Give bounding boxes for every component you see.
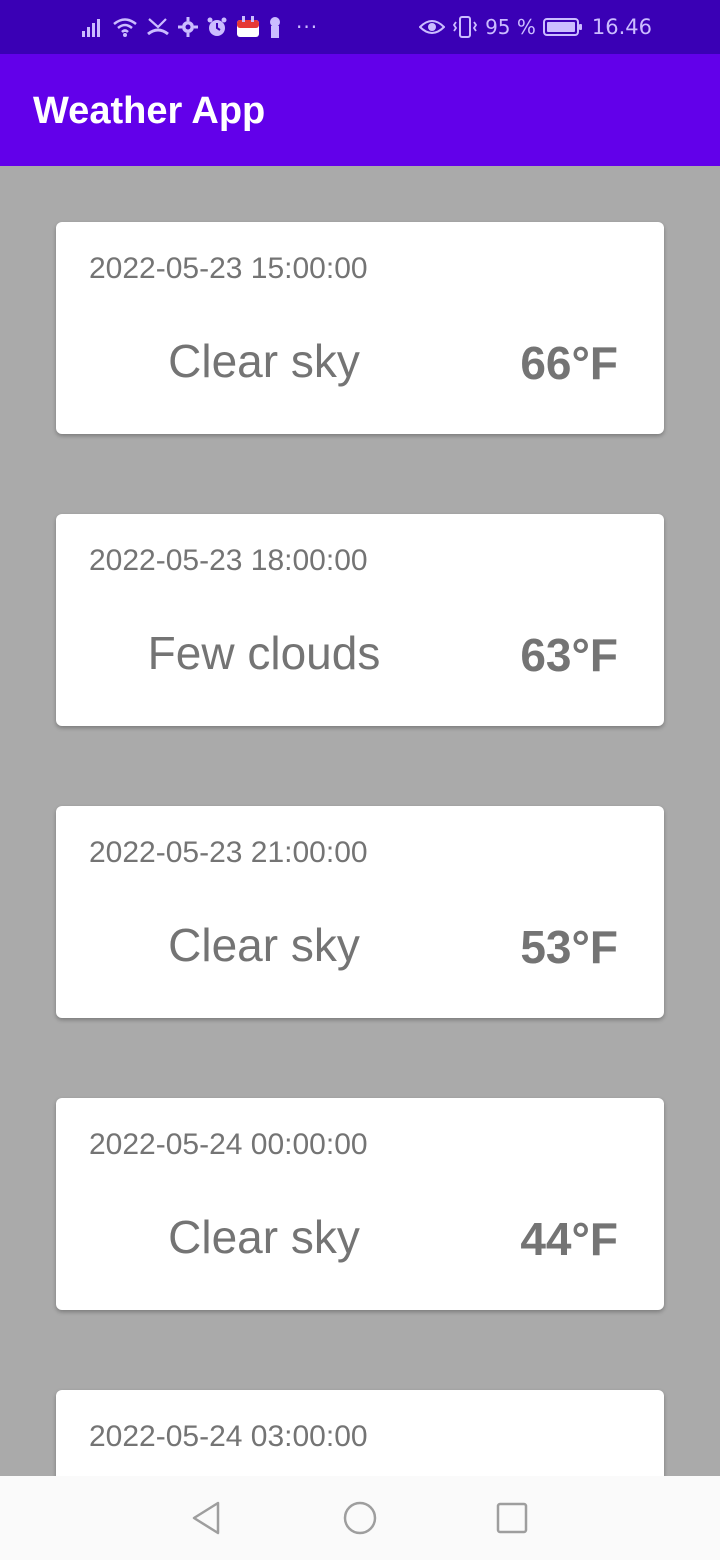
forecast-list[interactable]: 2022-05-23 15:00:00 Clear sky 66°F 2022-… <box>0 166 720 1476</box>
vpn-key-icon <box>268 16 282 38</box>
settings-icon <box>178 17 198 37</box>
forecast-condition: Clear sky <box>168 919 360 971</box>
calendar-icon <box>236 16 260 38</box>
eye-comfort-icon <box>419 17 446 37</box>
alarm-icon <box>206 16 228 38</box>
forecast-temperature: 63°F <box>520 629 618 681</box>
status-icons-right: 95 % 16.46 <box>419 12 652 42</box>
status-icons-left: ··· <box>82 12 318 42</box>
forecast-condition: Clear sky <box>168 1211 360 1263</box>
recents-icon[interactable] <box>494 1500 530 1536</box>
more-notifications: ··· <box>296 15 319 39</box>
forecast-card[interactable]: 2022-05-24 03:00:00 <box>56 1390 664 1476</box>
vibrate-icon <box>452 16 478 38</box>
forecast-card[interactable]: 2022-05-23 21:00:00 Clear sky 53°F <box>56 806 664 1018</box>
forecast-datetime: 2022-05-23 21:00:00 <box>89 836 368 869</box>
forecast-card[interactable]: 2022-05-23 15:00:00 Clear sky 66°F <box>56 222 664 434</box>
signal-icon <box>82 17 104 37</box>
clock: 16.46 <box>591 15 652 39</box>
home-icon[interactable] <box>342 1500 378 1536</box>
status-bar: ··· 95 % 16.46 <box>0 0 720 54</box>
forecast-temperature: 44°F <box>520 1213 618 1265</box>
forecast-datetime: 2022-05-24 03:00:00 <box>89 1420 368 1453</box>
app-bar: Weather App <box>0 54 720 166</box>
wifi-icon <box>112 16 138 38</box>
battery-icon <box>542 17 583 37</box>
forecast-datetime: 2022-05-23 15:00:00 <box>89 252 368 285</box>
forecast-datetime: 2022-05-23 18:00:00 <box>89 544 368 577</box>
forecast-condition: Few clouds <box>147 627 381 679</box>
navigation-bar <box>0 1476 720 1560</box>
forecast-temperature: 66°F <box>520 337 618 389</box>
battery-percent: 95 % <box>485 15 536 39</box>
forecast-temperature: 53°F <box>520 921 618 973</box>
back-icon[interactable] <box>188 1500 224 1536</box>
forecast-condition: Clear sky <box>168 335 360 387</box>
app-title: Weather App <box>33 90 266 132</box>
forecast-datetime: 2022-05-24 00:00:00 <box>89 1128 368 1161</box>
forecast-card[interactable]: 2022-05-23 18:00:00 Few clouds 63°F <box>56 514 664 726</box>
forecast-card[interactable]: 2022-05-24 00:00:00 Clear sky 44°F <box>56 1098 664 1310</box>
missed-call-icon <box>146 16 170 38</box>
